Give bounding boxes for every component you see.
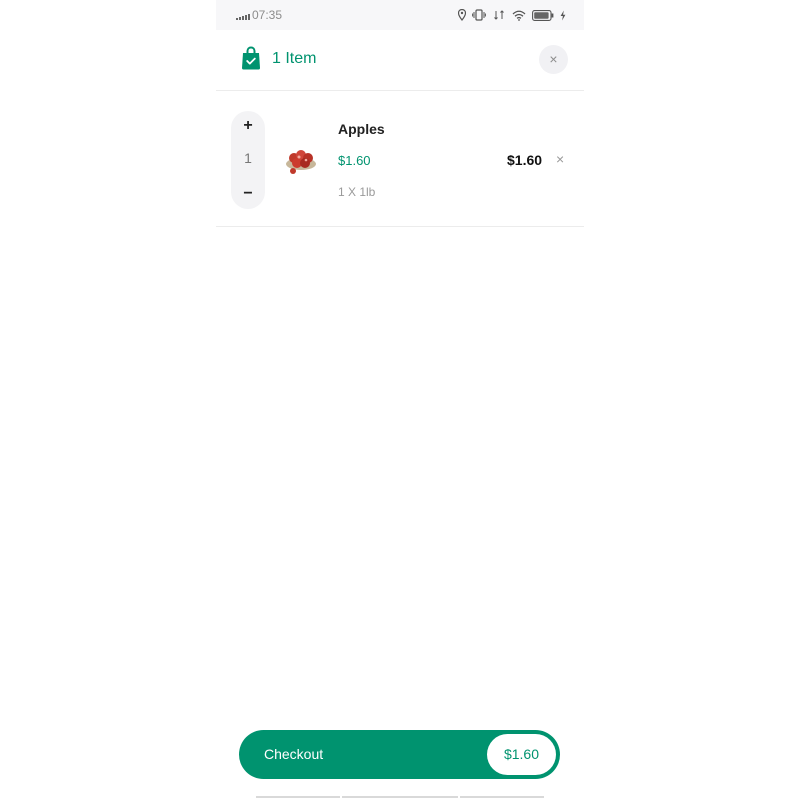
checkout-button[interactable]: Checkout $1.60	[239, 730, 560, 779]
close-cart-button[interactable]: ×	[539, 45, 568, 74]
cart-item: + 1 − Apples $1.60 1 X 1lb $1.60 ×	[216, 91, 584, 227]
product-unit: 1 X 1lb	[338, 185, 376, 199]
checkout-total: $1.60	[487, 734, 556, 775]
bottom-divider	[256, 796, 544, 800]
checkout-label: Checkout	[264, 746, 324, 762]
status-icons	[458, 7, 566, 23]
status-time: 07:35	[252, 8, 283, 22]
increase-quantity-button[interactable]: +	[231, 115, 265, 137]
cart-screen: 07:35 1 Item × + 1 − Apples $1.60 1 X 1l…	[216, 0, 584, 800]
product-name: Apples	[338, 121, 385, 137]
line-total: $1.60	[507, 152, 543, 168]
decrease-quantity-button[interactable]: −	[231, 183, 265, 205]
quantity-value: 1	[244, 150, 252, 166]
quantity-stepper: + 1 −	[231, 111, 265, 209]
battery-icon	[532, 9, 554, 21]
shopping-bag-icon	[242, 46, 260, 70]
wifi-icon	[512, 10, 526, 21]
data-icon	[494, 10, 504, 20]
vibrate-icon	[472, 9, 486, 21]
location-icon	[458, 9, 466, 21]
cart-header: 1 Item ×	[216, 30, 584, 91]
charging-icon	[560, 10, 566, 20]
signal-icon	[236, 14, 250, 20]
item-count: 1 Item	[272, 50, 317, 67]
status-bar: 07:35	[216, 0, 584, 30]
apples-image	[286, 150, 316, 174]
product-price: $1.60	[338, 153, 371, 168]
remove-item-button[interactable]: ×	[556, 151, 564, 167]
